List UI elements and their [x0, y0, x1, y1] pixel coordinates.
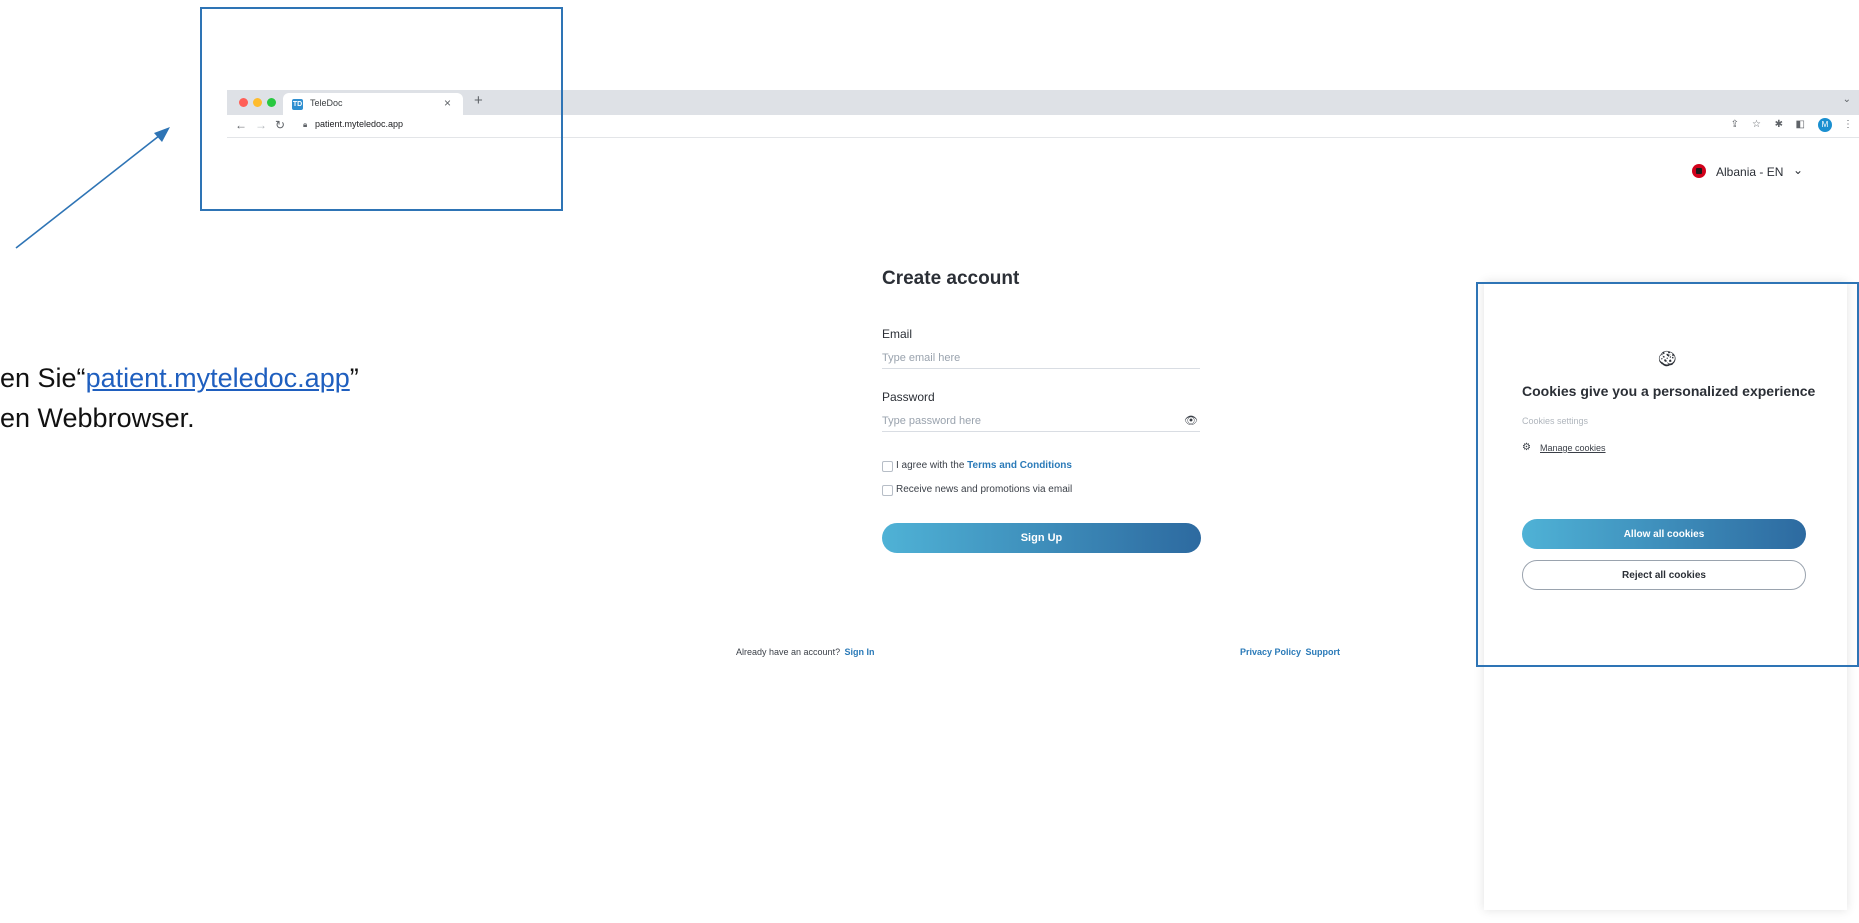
support-link[interactable]: Support [1306, 647, 1341, 657]
page-title: Create account [882, 268, 1020, 289]
instruction-line1-suffix: ” [349, 363, 359, 393]
sign-up-button[interactable]: Sign Up [882, 523, 1201, 553]
cookie-icon: 🍪︎ [1657, 351, 1678, 368]
cookie-settings-label: Cookies settings [1522, 416, 1589, 426]
extensions-puzzle-icon[interactable]: ✱ [1775, 119, 1783, 130]
allow-all-cookies-button[interactable]: Allow all cookies [1522, 519, 1806, 549]
show-password-eye-icon[interactable]: 👁︎ [1184, 414, 1198, 427]
profile-avatar[interactable]: M [1818, 118, 1832, 132]
annotation-arrow [15, 127, 170, 249]
side-panel-icon[interactable]: ◧ [1796, 119, 1805, 130]
more-menu-icon[interactable]: ⋮ [1843, 119, 1853, 130]
albania-flag-icon [1692, 164, 1706, 178]
news-checkbox[interactable] [882, 485, 893, 496]
browser-highlight-box [200, 7, 563, 211]
manage-cookies-link[interactable]: Manage cookies [1540, 443, 1606, 453]
have-account-text: Already have an account? [736, 647, 841, 657]
instruction-text: en Sie“patient.myteledoc.app” en Webbrow… [0, 358, 359, 438]
chevron-down-icon[interactable]: ⌄ [1793, 163, 1803, 177]
password-input[interactable] [882, 411, 1200, 432]
news-checkbox-label: Receive news and promotions via email [896, 484, 1073, 495]
terms-checkbox[interactable] [882, 461, 893, 472]
privacy-policy-link[interactable]: Privacy Policy [1240, 647, 1301, 657]
tab-search-chevron-icon[interactable]: ⌄ [1843, 94, 1851, 105]
bookmark-star-icon[interactable]: ☆ [1752, 119, 1761, 130]
cookie-highlight-box [1476, 282, 1859, 667]
sign-in-link[interactable]: Sign In [845, 647, 875, 657]
language-selector[interactable]: Albania - EN [1716, 165, 1783, 179]
reject-all-cookies-button[interactable]: Reject all cookies [1522, 560, 1806, 590]
email-label: Email [882, 327, 913, 341]
instruction-line2: en Webbrowser. [0, 403, 195, 433]
terms-link[interactable]: Terms and Conditions [967, 460, 1072, 471]
instruction-url-link[interactable]: patient.myteledoc.app [86, 363, 350, 393]
terms-prefix: I agree with the [896, 460, 965, 471]
gear-icon: ⚙ [1522, 442, 1531, 453]
cookie-title: Cookies give you a personalized experien… [1522, 383, 1816, 399]
password-label: Password [882, 390, 935, 404]
share-icon[interactable]: ⇪ [1731, 119, 1739, 130]
terms-checkbox-label: I agree with the Terms and Conditions [896, 460, 1072, 471]
email-input[interactable] [882, 348, 1200, 369]
sign-in-prompt: Already have an account? Sign In [736, 642, 875, 660]
instruction-line1-prefix: en Sie“ [0, 363, 86, 393]
footer-links: Privacy Policy Support [1240, 642, 1340, 660]
